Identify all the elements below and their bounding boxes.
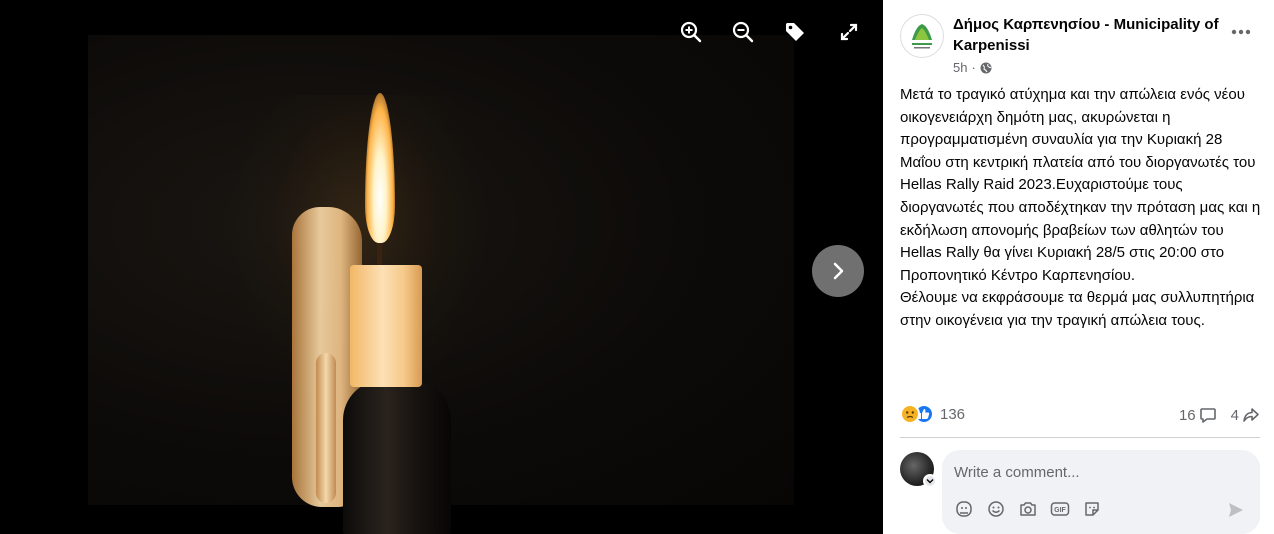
expand-icon[interactable] xyxy=(833,16,865,48)
post-text: Μετά το τραγικό ατύχημα και την απώλεια … xyxy=(900,86,1261,329)
photo-viewer xyxy=(0,0,883,534)
sticker-icon[interactable] xyxy=(1082,499,1102,519)
shares-count-link[interactable]: 4 xyxy=(1231,406,1260,424)
comments-count-link[interactable]: 16 xyxy=(1179,406,1217,424)
post-time[interactable]: 5h xyxy=(953,60,967,75)
chevron-right-icon xyxy=(833,262,844,280)
comments-count: 16 xyxy=(1178,406,1196,424)
candle-photo xyxy=(88,35,794,534)
divider xyxy=(900,437,1260,438)
candle-holder xyxy=(343,380,451,534)
zoom-out-icon[interactable] xyxy=(727,16,759,48)
emoji-icon[interactable] xyxy=(986,499,1006,519)
page-avatar[interactable] xyxy=(900,14,944,58)
candle-body xyxy=(350,265,422,387)
chevron-down-icon xyxy=(926,479,934,484)
reactions-count: 136 xyxy=(940,405,966,423)
more-icon xyxy=(1231,29,1251,35)
globe-icon xyxy=(980,62,992,73)
wax-drip-lower xyxy=(316,353,336,503)
municipality-logo xyxy=(903,17,941,55)
more-options-button[interactable] xyxy=(1227,22,1255,42)
tag-icon[interactable] xyxy=(779,16,811,48)
comment-tools: GIF xyxy=(954,499,1102,519)
reactions-summary[interactable]: 136 xyxy=(900,404,965,424)
shares-count: 4 xyxy=(1230,406,1239,424)
comment-composer: GIF xyxy=(942,450,1260,534)
send-comment-button[interactable] xyxy=(1226,500,1246,520)
svg-text:GIF: GIF xyxy=(1054,507,1066,514)
zoom-in-icon[interactable] xyxy=(675,16,707,48)
avatar-sticker-icon[interactable] xyxy=(954,499,974,519)
comment-input[interactable] xyxy=(954,460,1234,484)
engagement-counts: 16 4 xyxy=(1179,406,1260,424)
send-icon xyxy=(1229,503,1243,517)
profile-switch-chevron[interactable] xyxy=(923,474,937,488)
camera-icon[interactable] xyxy=(1018,499,1038,519)
post-panel: Δήμος Καρπενησίου - Municipality of Karp… xyxy=(883,0,1274,534)
comment-icon xyxy=(1199,408,1216,423)
sad-reaction-icon xyxy=(900,404,920,424)
post-meta: 5h · xyxy=(953,60,992,75)
page-name[interactable]: Δήμος Καρπενησίου - Municipality of Karp… xyxy=(953,14,1223,56)
share-icon xyxy=(1243,408,1259,422)
gif-icon[interactable]: GIF xyxy=(1050,499,1070,519)
next-photo-button[interactable] xyxy=(812,245,864,297)
